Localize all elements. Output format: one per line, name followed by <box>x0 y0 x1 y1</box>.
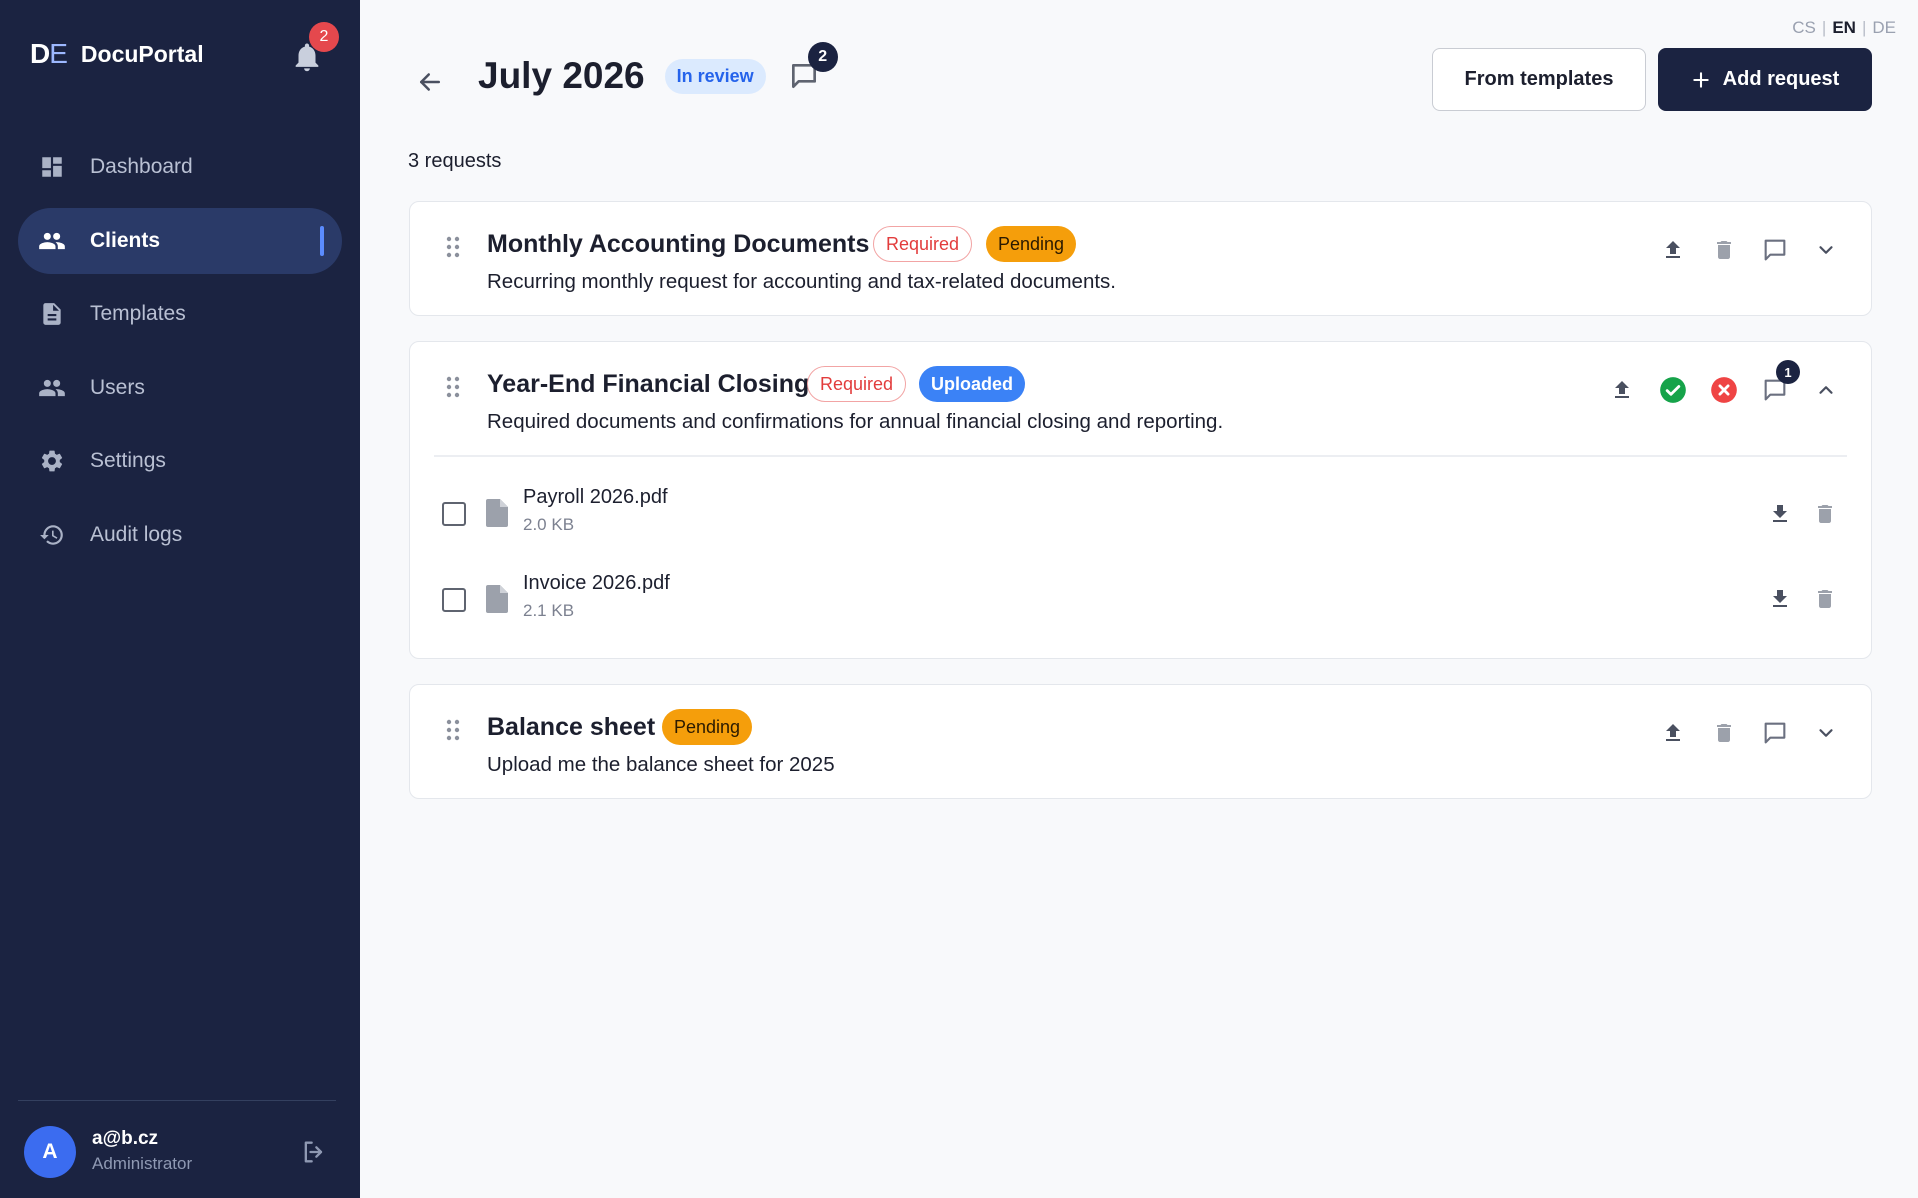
request-card: Balance sheet Pending Upload me the bala… <box>409 684 1872 799</box>
drag-handle-icon[interactable] <box>446 376 460 398</box>
download-icon[interactable] <box>1764 498 1796 530</box>
chevron-down-icon[interactable] <box>1810 717 1842 749</box>
lang-en[interactable]: EN <box>1832 18 1856 38</box>
brand-logo: DE <box>30 38 68 69</box>
comments-badge: 2 <box>807 42 838 72</box>
logout-icon[interactable] <box>300 1138 328 1166</box>
comment-icon[interactable] <box>1759 234 1791 266</box>
file-name[interactable]: Invoice 2026.pdf <box>523 572 670 595</box>
sidebar: DE DocuPortal 2 Dashboard Clients Templa… <box>0 0 360 1198</box>
trash-icon[interactable] <box>1708 717 1740 749</box>
upload-icon[interactable] <box>1606 374 1638 406</box>
users-icon <box>38 374 66 402</box>
add-request-button[interactable]: Add request <box>1658 48 1872 111</box>
brand-name: DocuPortal <box>80 40 204 67</box>
request-title: Monthly Accounting Documents <box>487 230 870 258</box>
file-size: 2.0 KB <box>523 515 575 534</box>
file-size: 2.1 KB <box>523 601 575 620</box>
comments-badge: 1 <box>1776 360 1800 384</box>
request-description: Recurring monthly request for accounting… <box>487 270 1117 293</box>
lang-cs[interactable]: CS <box>1792 18 1816 38</box>
page-title: July 2026 <box>478 55 645 96</box>
trash-icon[interactable] <box>1809 498 1841 530</box>
user-email: a@b.cz <box>92 1128 159 1149</box>
brand[interactable]: DE DocuPortal <box>30 38 204 70</box>
sidebar-nav: Dashboard Clients Templates Users Settin… <box>18 134 342 575</box>
status-badge: Uploaded <box>919 366 1026 402</box>
from-templates-button[interactable]: From templates <box>1432 48 1646 111</box>
chevron-down-icon[interactable] <box>1810 234 1842 266</box>
chevron-up-icon[interactable] <box>1810 374 1842 406</box>
trash-icon[interactable] <box>1809 583 1841 615</box>
sidebar-item-label: Audit logs <box>90 522 183 546</box>
status-badge: In review <box>664 58 766 94</box>
required-badge: Required <box>873 226 973 262</box>
status-badge: Pending <box>662 709 753 745</box>
lang-de[interactable]: DE <box>1872 18 1896 38</box>
comments-button[interactable]: 2 <box>788 42 838 92</box>
plus-icon <box>1692 71 1709 88</box>
upload-icon[interactable] <box>1657 234 1689 266</box>
gear-icon <box>38 447 66 475</box>
file-icon <box>486 499 508 527</box>
required-badge: Required <box>807 366 907 402</box>
file-checkbox[interactable] <box>442 588 466 612</box>
request-description: Required documents and confirmations for… <box>487 410 1224 433</box>
notification-badge: 2 <box>309 22 339 52</box>
request-title: Year-End Financial Closing <box>487 370 810 398</box>
dashboard-icon <box>38 153 66 181</box>
status-badge: Pending <box>986 226 1077 262</box>
history-icon <box>38 521 66 549</box>
drag-handle-icon[interactable] <box>446 236 460 258</box>
drag-handle-icon[interactable] <box>446 719 460 741</box>
divider <box>434 455 1847 457</box>
sidebar-item-label: Clients <box>90 228 161 252</box>
add-request-label: Add request <box>1722 68 1840 90</box>
requests-count: 3 requests <box>408 150 502 172</box>
sidebar-item-users[interactable]: Users <box>18 355 342 421</box>
request-description: Upload me the balance sheet for 2025 <box>487 753 835 776</box>
sidebar-item-settings[interactable]: Settings <box>18 428 342 494</box>
document-icon <box>38 300 66 328</box>
lang-separator: | <box>1821 18 1827 37</box>
sidebar-item-templates[interactable]: Templates <box>18 281 342 347</box>
divider <box>18 1100 336 1101</box>
comment-icon[interactable] <box>1759 717 1791 749</box>
back-arrow-icon[interactable] <box>410 62 450 102</box>
page-header: July 2026 In review 2 <box>410 42 838 106</box>
sidebar-item-label: Templates <box>90 302 186 325</box>
request-card: Monthly Accounting Documents Required Pe… <box>409 201 1872 316</box>
file-icon <box>486 585 508 613</box>
trash-icon[interactable] <box>1708 234 1740 266</box>
request-title: Balance sheet <box>487 713 656 741</box>
reject-icon[interactable] <box>1708 374 1740 406</box>
request-card: Year-End Financial Closing Required Uplo… <box>409 341 1872 659</box>
avatar[interactable]: A <box>24 1126 76 1178</box>
clients-icon <box>38 227 66 255</box>
user-panel: A a@b.cz Administrator <box>0 1100 360 1198</box>
approve-icon[interactable] <box>1657 374 1689 406</box>
sidebar-item-clients[interactable]: Clients <box>18 207 342 274</box>
user-role: Administrator <box>92 1154 193 1173</box>
sidebar-item-dashboard[interactable]: Dashboard <box>18 134 342 200</box>
file-name[interactable]: Payroll 2026.pdf <box>523 486 668 509</box>
sidebar-item-label: Users <box>90 375 145 399</box>
language-switcher: CS | EN | DE <box>1792 18 1896 38</box>
download-icon[interactable] <box>1764 583 1796 615</box>
lang-separator: | <box>1861 18 1867 37</box>
sidebar-item-label: Dashboard <box>90 155 193 178</box>
sidebar-item-audit-logs[interactable]: Audit logs <box>18 502 342 568</box>
sidebar-item-label: Settings <box>90 449 166 472</box>
upload-icon[interactable] <box>1657 717 1689 749</box>
file-checkbox[interactable] <box>442 502 466 526</box>
